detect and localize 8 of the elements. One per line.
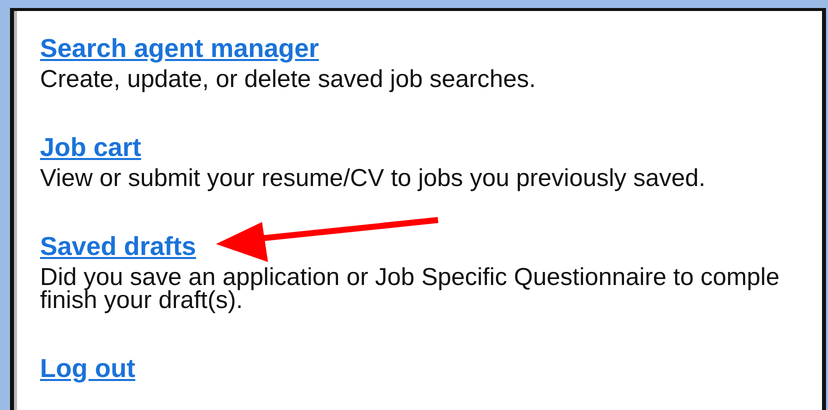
menu-link[interactable]: Search agent manager [40,33,319,63]
menu-link[interactable]: Job cart [40,132,142,162]
menu-link[interactable]: Log out [40,353,136,383]
description-text: View or submit your resume/CV to jobs you previously saved. [40,167,706,190]
description-text: finish your draft(s). [40,289,243,312]
menu-link[interactable]: Saved drafts [40,231,196,261]
description-text: Create, update, or delete saved job searches. [40,68,537,91]
description-text: Did you save an application or Job Specific Questionnaire to comple [40,266,780,289]
